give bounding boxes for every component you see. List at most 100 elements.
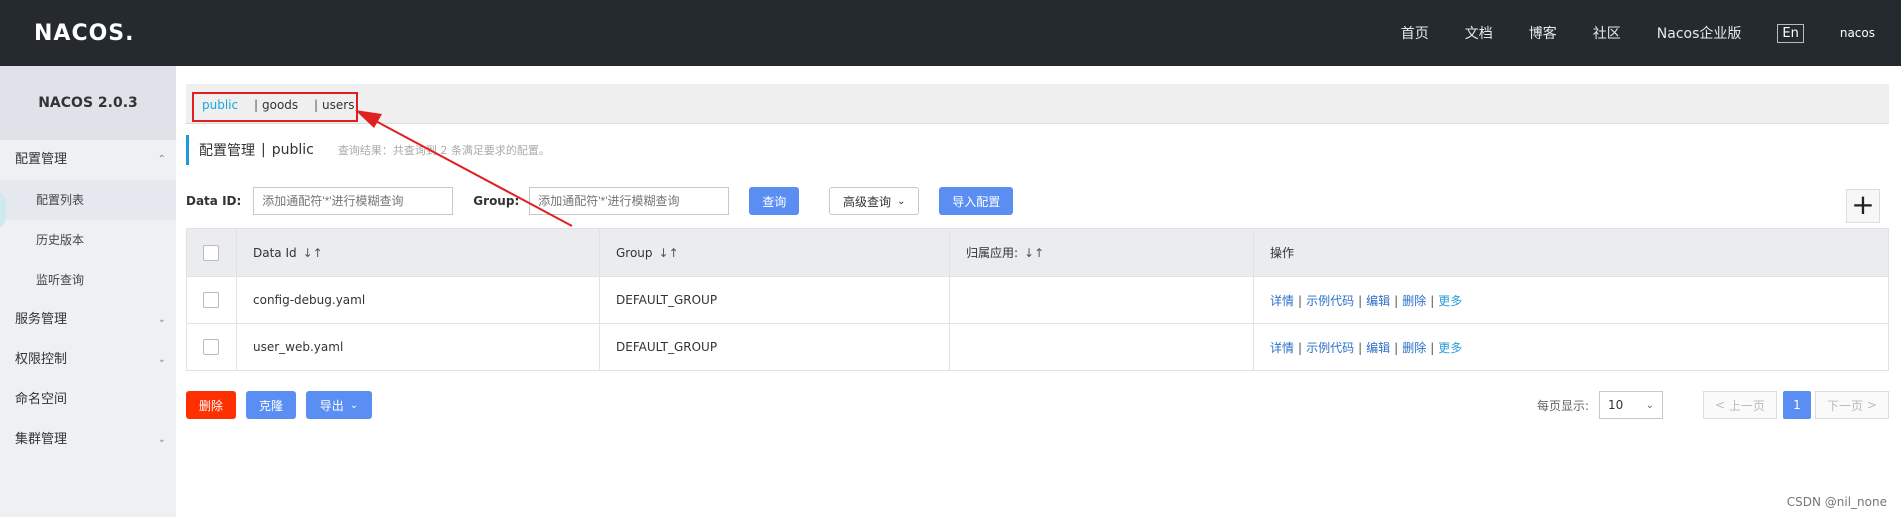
user-menu[interactable]: nacos <box>1840 26 1875 40</box>
header-app[interactable]: 归属应用: ↓↑ <box>949 228 1254 277</box>
export-label: 导出 <box>319 398 344 413</box>
sidebar-group-service[interactable]: 服务管理 ⌄ <box>0 300 176 340</box>
header-group[interactable]: Group ↓↑ <box>599 228 950 277</box>
page-size-select[interactable]: 10 ⌄ <box>1599 391 1663 419</box>
row-dataid: config-debug.yaml <box>236 276 600 324</box>
next-page-button[interactable]: 下一页 > <box>1815 391 1889 419</box>
nacos-logo[interactable]: NACOS. <box>34 21 135 46</box>
chevron-down-icon: ⌄ <box>157 434 166 445</box>
row-checkbox-cell <box>186 276 237 324</box>
sidebar-group-cluster[interactable]: 集群管理 ⌄ <box>0 420 176 460</box>
page-size-label: 每页显示: <box>1536 398 1589 413</box>
chevron-right-icon: > <box>1863 398 1877 412</box>
version-label: NACOS 2.0.3 <box>0 66 176 140</box>
separator: | <box>1430 340 1435 355</box>
watermark: CSDN @nil_none <box>1786 495 1887 509</box>
dataid-input[interactable] <box>253 187 454 215</box>
separator: | <box>1298 293 1303 308</box>
nav-docs[interactable]: 文档 <box>1465 23 1493 43</box>
row-app <box>949 323 1254 371</box>
clone-button[interactable]: 克隆 <box>246 391 296 419</box>
query-button[interactable]: 查询 <box>749 187 800 215</box>
separator: | <box>1394 340 1399 355</box>
header-dataid[interactable]: Data Id ↓↑ <box>236 228 600 277</box>
delete-link[interactable]: 删除 <box>1402 294 1426 308</box>
export-button[interactable]: 导出 ⌄ <box>306 391 372 419</box>
sidebar-group-auth-label: 权限控制 <box>15 352 68 367</box>
nav-home[interactable]: 首页 <box>1401 23 1429 43</box>
delete-link[interactable]: 删除 <box>1402 341 1426 355</box>
chevron-up-icon: ⌃ <box>157 154 166 165</box>
detail-link[interactable]: 详情 <box>1270 294 1294 308</box>
page-namespace: public <box>271 142 314 158</box>
advanced-query-button[interactable]: 高级查询 ⌄ <box>829 187 920 215</box>
row-ops: 详情 | 示例代码 | 编辑 | 删除 | 更多 <box>1253 276 1889 324</box>
prev-label: 上一页 <box>1728 398 1765 413</box>
sample-code-link[interactable]: 示例代码 <box>1306 341 1354 355</box>
nav-community[interactable]: 社区 <box>1593 23 1621 43</box>
sort-icon[interactable]: ↓↑ <box>1024 246 1044 260</box>
row-ops: 详情 | 示例代码 | 编辑 | 删除 | 更多 <box>1253 323 1889 371</box>
row-checkbox[interactable] <box>203 339 219 355</box>
table-row: user_web.yaml DEFAULT_GROUP 详情 | 示例代码 | 编辑 | 删… <box>186 323 1889 371</box>
group-label: Group: <box>473 194 520 208</box>
title-separator: | <box>261 142 266 158</box>
sample-code-link[interactable]: 示例代码 <box>1306 294 1354 308</box>
select-all-checkbox[interactable] <box>203 244 219 261</box>
prev-page-button[interactable]: < 上一页 <box>1703 391 1777 419</box>
header-app-label: 归属应用: <box>966 246 1019 260</box>
sidebar-item-history[interactable]: 历史版本 <box>0 220 176 260</box>
next-label: 下一页 <box>1827 398 1864 413</box>
group-input[interactable] <box>529 187 730 215</box>
sidebar-item-config-list[interactable]: 配置列表 <box>0 180 176 220</box>
add-config-button[interactable]: + <box>1846 189 1880 223</box>
nav-blog[interactable]: 博客 <box>1529 23 1557 43</box>
separator: | <box>1358 340 1363 355</box>
namespace-bar: public | goods | users <box>186 84 1889 124</box>
sidebar-group-service-label: 服务管理 <box>15 312 68 327</box>
advanced-query-label: 高级查询 <box>843 194 892 209</box>
chevron-down-icon: ⌄ <box>897 195 906 207</box>
search-row: Data ID: Group: 查询 高级查询 ⌄ 导入配置 <box>186 186 1889 216</box>
separator: | <box>1394 293 1399 308</box>
sort-icon[interactable]: ↓↑ <box>303 246 323 260</box>
page-1-button[interactable]: 1 <box>1783 391 1811 419</box>
language-toggle[interactable]: En <box>1777 23 1804 43</box>
separator: | <box>1358 293 1363 308</box>
import-config-button[interactable]: 导入配置 <box>939 187 1014 215</box>
sidebar-group-auth[interactable]: 权限控制 ⌄ <box>0 340 176 380</box>
sort-icon[interactable]: ↓↑ <box>659 246 679 260</box>
chevron-down-icon: ⌄ <box>349 399 359 411</box>
edit-link[interactable]: 编辑 <box>1366 341 1390 355</box>
main-content: public | goods | users 配置管理 | public 查询结果：… <box>176 66 1901 517</box>
query-result-hint: 查询结果：共查询到 2 条满足要求的配置。 <box>337 144 550 157</box>
edit-link[interactable]: 编辑 <box>1366 294 1390 308</box>
annotation-highlight-box <box>192 92 358 122</box>
pagination: 每页显示: 10 ⌄ < 上一页 1 下一页 > <box>1537 391 1889 419</box>
row-group: DEFAULT_GROUP <box>599 323 950 371</box>
row-checkbox-cell <box>186 323 237 371</box>
sidebar-item-namespace[interactable]: 命名空间 <box>0 380 176 420</box>
detail-link[interactable]: 详情 <box>1270 341 1294 355</box>
sidebar-item-listener[interactable]: 监听查询 <box>0 260 176 300</box>
chevron-down-icon: ⌄ <box>157 354 166 365</box>
separator: | <box>1298 340 1303 355</box>
chevron-down-icon: ⌄ <box>157 314 166 325</box>
row-checkbox[interactable] <box>203 292 219 308</box>
sidebar-group-config[interactable]: 配置管理 ⌃ <box>0 140 176 180</box>
nav-enterprise[interactable]: Nacos企业版 <box>1657 23 1742 43</box>
header-group-label: Group <box>616 245 653 260</box>
header-checkbox-cell <box>186 228 237 277</box>
row-group: DEFAULT_GROUP <box>599 276 950 324</box>
batch-delete-button[interactable]: 删除 <box>186 391 236 419</box>
more-link[interactable]: 更多 <box>1438 341 1462 355</box>
page-title: 配置管理 <box>199 143 255 159</box>
sidebar-group-cluster-label: 集群管理 <box>15 432 68 447</box>
page-title-row: 配置管理 | public 查询结果：共查询到 2 条满足要求的配置。 <box>186 135 550 165</box>
bottom-action-row: 删除 克隆 导出 ⌄ 每页显示: 10 ⌄ < 上一页 1 下一页 > <box>186 391 1889 421</box>
chevron-down-icon: ⌄ <box>1645 399 1654 411</box>
chevron-left-icon: < <box>1715 398 1729 412</box>
dataid-label: Data ID: <box>186 194 242 208</box>
more-link[interactable]: 更多 <box>1438 294 1462 308</box>
header-ops: 操作 <box>1253 228 1889 277</box>
